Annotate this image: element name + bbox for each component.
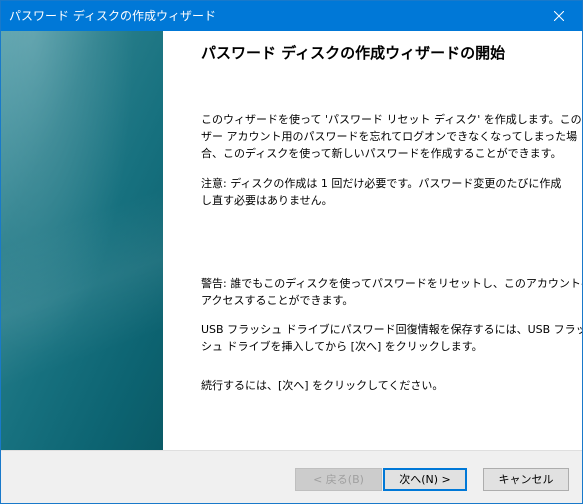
banner-sheen [1, 31, 163, 450]
back-button[interactable]: < 戻る(B) [295, 468, 382, 491]
note-paragraph: 注意: ディスクの作成は 1 回だけ必要です。パスワード変更のたびに作成 し直す… [201, 175, 562, 209]
close-icon [554, 11, 564, 21]
wizard-content: パスワード ディスクの作成ウィザードの開始 このウィザードを使って 'パスワード… [163, 31, 582, 450]
intro-paragraph: このウィザードを使って 'パスワード リセット ディスク' を作成します。このユ… [201, 111, 583, 162]
close-button[interactable] [536, 1, 582, 31]
note-line: 注意: ディスクの作成は 1 回だけ必要です。パスワード変更のたびに作成 [201, 177, 562, 190]
button-bar: < 戻る(B) 次へ(N) > キャンセル [1, 451, 582, 503]
continue-line: 続行するには、[次へ] をクリックしてください。 [201, 379, 444, 392]
next-button[interactable]: 次へ(N) > [383, 468, 467, 491]
intro-line: 合、このディスクを使って新しいパスワードを作成することができます。 [201, 147, 562, 160]
window-title: パスワード ディスクの作成ウィザード [9, 9, 216, 23]
usb-line: USB フラッシュ ドライブにパスワード回復情報を保存するには、USB フラッ [201, 323, 583, 336]
warning-line: 警告: 誰でもこのディスクを使ってパスワードをリセットし、このアカウントへ [201, 277, 583, 290]
intro-line: ザー アカウント用のパスワードを忘れてログオンできなくなってしまった場 [201, 130, 578, 143]
usb-line: シュ ドライブを挿入してから [次へ] をクリックします。 [201, 340, 483, 353]
intro-line: このウィザードを使って 'パスワード リセット ディスク' を作成します。このユ… [201, 113, 583, 126]
title-bar[interactable]: パスワード ディスクの作成ウィザード [1, 1, 582, 31]
wizard-side-banner [1, 31, 163, 450]
wizard-window: パスワード ディスクの作成ウィザード パスワード ディスクの作成ウィザードの開始… [0, 0, 583, 504]
continue-paragraph: 続行するには、[次へ] をクリックしてください。 [201, 377, 543, 394]
page-heading: パスワード ディスクの作成ウィザードの開始 [201, 44, 506, 62]
warning-paragraph: 警告: 誰でもこのディスクを使ってパスワードをリセットし、このアカウントへ アク… [201, 275, 583, 309]
cancel-button[interactable]: キャンセル [483, 468, 569, 491]
note-line: し直す必要はありません。 [201, 194, 333, 207]
warning-line: アクセスすることができます。 [201, 294, 354, 307]
usb-paragraph: USB フラッシュ ドライブにパスワード回復情報を保存するには、USB フラッ … [201, 321, 583, 355]
